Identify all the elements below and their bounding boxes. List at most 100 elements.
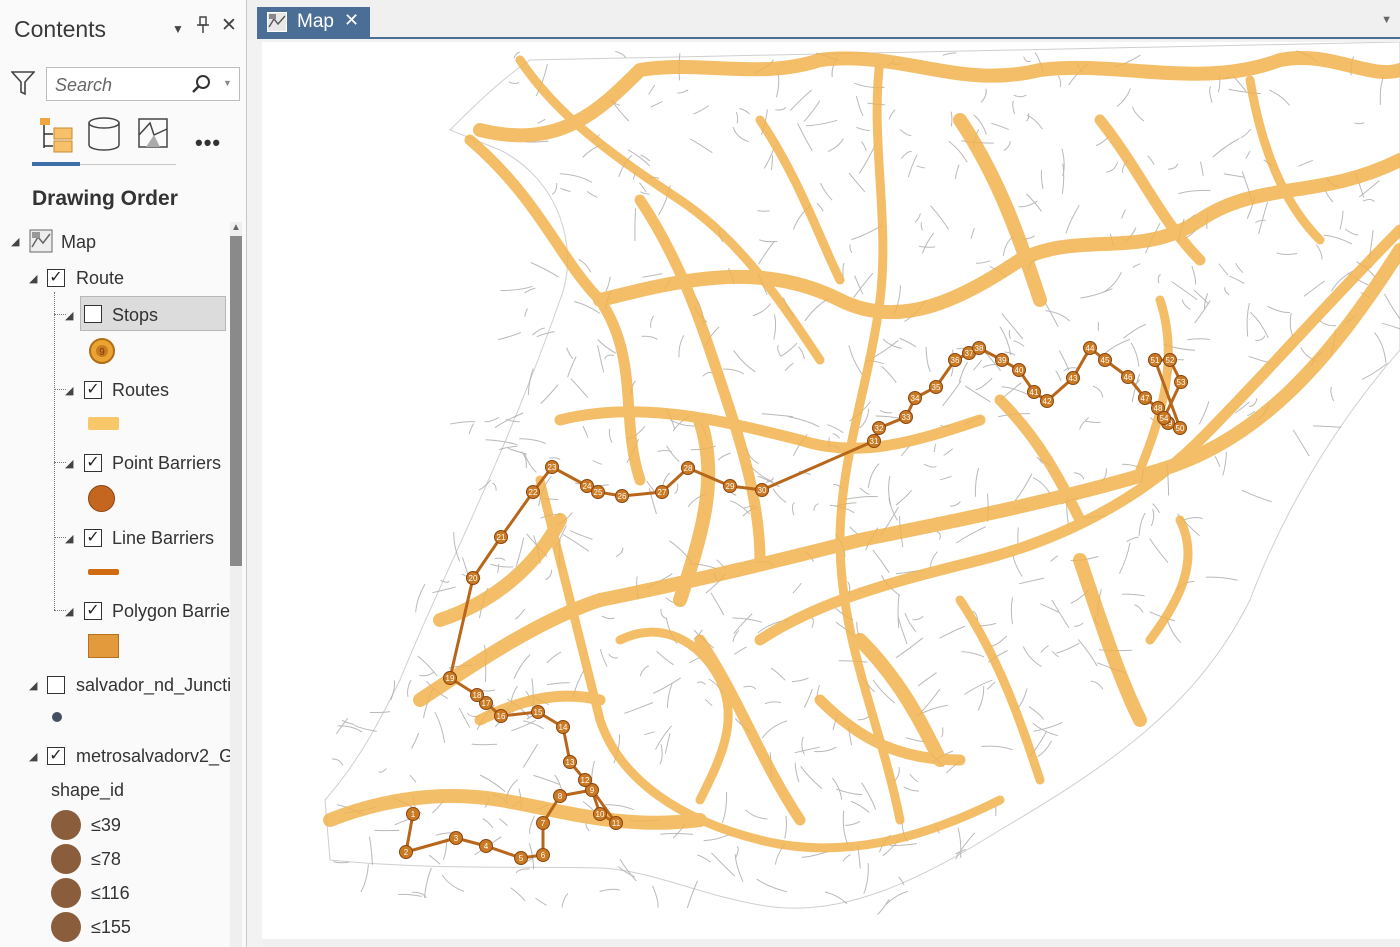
search-box[interactable]: ▼ xyxy=(46,67,240,101)
tree-item-point-barriers[interactable]: Point Barriers xyxy=(112,453,221,474)
tab-list-chevron-icon[interactable]: ▼ xyxy=(1381,14,1392,26)
route-stop-label: 44 xyxy=(1086,344,1095,353)
class-label: ≤39 xyxy=(91,815,121,835)
tree-item-map[interactable]: Map xyxy=(61,232,96,253)
route-stop-label: 11 xyxy=(612,819,621,828)
active-view-tab-indicator xyxy=(32,162,80,166)
tree-item-polygon-barriers[interactable]: Polygon Barrie xyxy=(112,601,230,622)
route-stop-label: 2 xyxy=(404,848,409,857)
route-stop: 30 xyxy=(755,483,769,497)
tree-item-stops[interactable]: Stops xyxy=(112,305,158,326)
route-stop: 43 xyxy=(1066,371,1080,385)
routes-symbol-swatch xyxy=(88,417,119,430)
tree-item-junctions[interactable]: salvador_nd_Juncti xyxy=(76,675,231,696)
point-barriers-expand-toggle[interactable]: ◢ xyxy=(65,457,73,470)
street-segment xyxy=(415,583,426,613)
route-stop-label: 13 xyxy=(566,758,575,767)
routes-expand-toggle[interactable]: ◢ xyxy=(65,384,73,397)
pin-icon[interactable] xyxy=(196,16,210,39)
checkbox-junctions[interactable] xyxy=(47,676,65,694)
street-segment xyxy=(484,416,500,423)
list-by-selection-icon[interactable] xyxy=(136,115,172,158)
route-stop: 10 xyxy=(593,807,607,821)
filter-icon[interactable] xyxy=(10,70,36,101)
street-segment xyxy=(561,893,569,908)
route-stop-label: 4 xyxy=(484,842,489,851)
checkbox-point-barriers[interactable]: ✓ xyxy=(84,454,102,472)
route-stop-label: 20 xyxy=(469,574,478,583)
street-segment xyxy=(424,867,432,898)
checkbox-route[interactable]: ✓ xyxy=(47,269,65,287)
pane-options-dropdown-icon[interactable]: ▼ xyxy=(172,22,184,36)
route-stop: 31 xyxy=(867,434,881,448)
tree-item-metro[interactable]: metrosalvadorv2_G xyxy=(76,746,233,767)
class-symbol xyxy=(51,810,81,840)
route-stop: 15 xyxy=(531,705,545,719)
search-options-chevron-icon[interactable]: ▼ xyxy=(223,78,232,88)
route-stop-label: 47 xyxy=(1141,394,1150,403)
map-tab-label: Map xyxy=(297,11,334,32)
route-stop: 8 xyxy=(553,789,567,803)
tree-item-route[interactable]: Route xyxy=(76,268,124,289)
street-segment xyxy=(450,421,476,425)
checkbox-polygon-barriers[interactable]: ✓ xyxy=(84,602,102,620)
tree-item-line-barriers[interactable]: Line Barriers xyxy=(112,528,214,549)
route-stop: 42 xyxy=(1040,394,1054,408)
route-stop-label: 8 xyxy=(558,792,563,801)
map-tab-bar: Map ✕ ▼ xyxy=(247,0,1400,40)
route-stop: 2 xyxy=(399,845,413,859)
checkbox-metro[interactable]: ✓ xyxy=(47,747,65,765)
class-symbol xyxy=(51,844,81,874)
checkbox-stops[interactable] xyxy=(84,305,102,323)
line-barriers-expand-toggle[interactable]: ◢ xyxy=(65,532,73,545)
route-stop: 14 xyxy=(556,720,570,734)
close-pane-icon[interactable]: ✕ xyxy=(221,14,237,37)
street-segment xyxy=(468,423,475,435)
close-tab-icon[interactable]: ✕ xyxy=(344,10,359,31)
route-expand-toggle[interactable]: ◢ xyxy=(29,272,37,285)
route-stop-label: 29 xyxy=(726,482,735,491)
scroll-up-icon[interactable]: ▲ xyxy=(231,222,241,233)
map-expand-toggle[interactable]: ◢ xyxy=(11,235,19,248)
scrollbar-thumb[interactable] xyxy=(230,236,242,566)
route-stop-label: 54 xyxy=(1160,414,1169,423)
polygon-barriers-expand-toggle[interactable]: ◢ xyxy=(65,605,73,618)
route-stop: 5 xyxy=(514,851,528,865)
list-by-drawing-order-icon[interactable] xyxy=(37,115,77,160)
route-stop-label: 9 xyxy=(590,786,595,795)
route-stop: 54 xyxy=(1157,411,1171,425)
route-stop: 51 xyxy=(1148,353,1162,367)
route-stop-label: 31 xyxy=(870,437,879,446)
search-icon[interactable] xyxy=(191,74,211,99)
street-segment xyxy=(510,887,526,902)
tree-item-routes[interactable]: Routes xyxy=(112,380,169,401)
point-barrier-symbol xyxy=(88,485,115,512)
metro-expand-toggle[interactable]: ◢ xyxy=(29,750,37,763)
more-options-icon[interactable]: ••• xyxy=(195,130,221,156)
checkbox-line-barriers[interactable]: ✓ xyxy=(84,529,102,547)
stops-expand-toggle[interactable]: ◢ xyxy=(65,309,73,322)
junctions-expand-toggle[interactable]: ◢ xyxy=(29,679,37,692)
route-stop: 41 xyxy=(1027,385,1041,399)
contents-scrollbar[interactable]: ▲ xyxy=(230,222,242,947)
map-canvas[interactable]: 12345 67891011121314151617181920212223242… xyxy=(262,42,1400,939)
street-segment xyxy=(530,262,559,278)
route-stop: 29 xyxy=(723,479,737,493)
map-tab-icon xyxy=(267,12,287,37)
route-stop: 44 xyxy=(1083,341,1097,355)
route-stop-label: 5 xyxy=(519,854,524,863)
checkbox-routes[interactable]: ✓ xyxy=(84,381,102,399)
list-by-source-icon[interactable] xyxy=(86,115,122,158)
route-stop-label: 26 xyxy=(618,492,627,501)
route-stop-label: 10 xyxy=(596,810,605,819)
class-symbol xyxy=(51,878,81,908)
search-input[interactable] xyxy=(53,74,187,96)
route-stop-label: 6 xyxy=(541,851,546,860)
route-stop-label: 19 xyxy=(446,674,455,683)
tab-map[interactable]: Map ✕ xyxy=(257,7,370,37)
route-stop-label: 18 xyxy=(473,691,482,700)
route-stop: 28 xyxy=(681,461,695,475)
street-segment xyxy=(369,711,391,714)
street-segment xyxy=(524,308,528,317)
map-view[interactable]: 1 2 3 4 5 6 7 8 9 10 11 12 13 14 15 16 17 18 19 20 21 22 23 24 2… xyxy=(262,42,1400,939)
